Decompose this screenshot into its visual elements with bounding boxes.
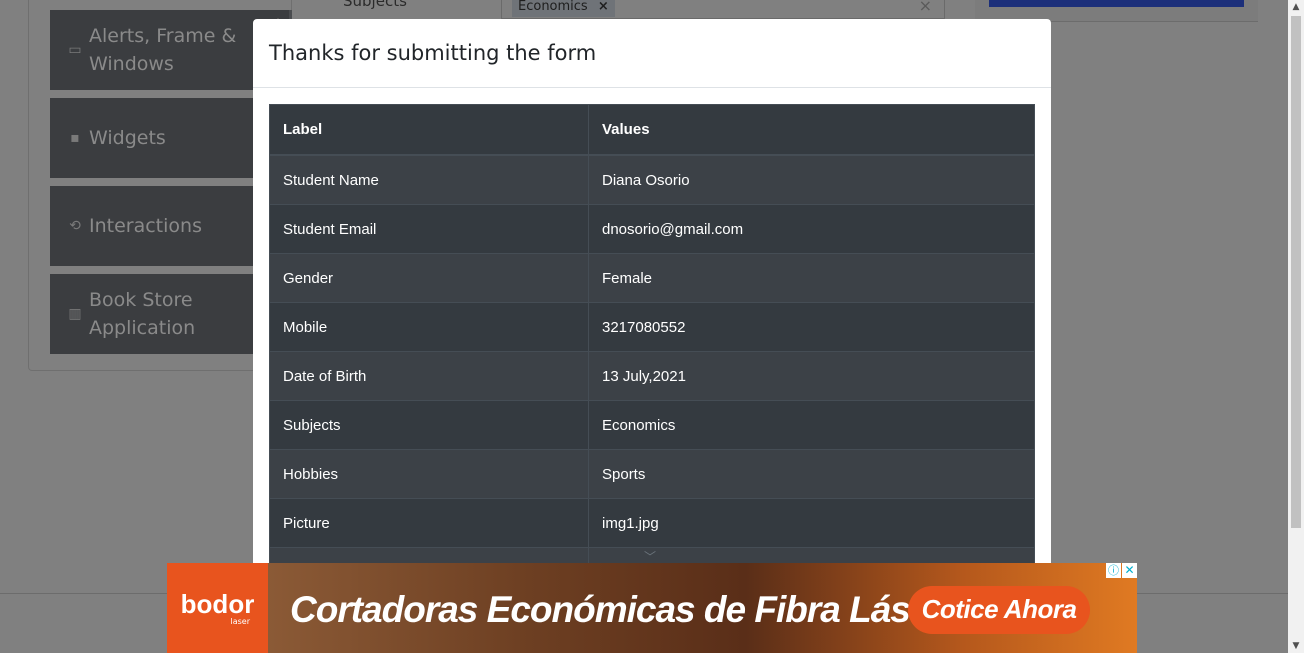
modal-header: Thanks for submitting the form <box>253 19 1051 88</box>
menu-item-label: Book Store Application <box>89 289 196 339</box>
ad-logo: bodor laser <box>167 563 268 653</box>
row-label: Hobbies <box>269 449 589 499</box>
interactions-icon: ⟲ <box>69 218 81 234</box>
widgets-icon: ▪ <box>70 130 80 146</box>
ad-headline: Cortadoras Económicas de Fibra Láser <box>290 589 944 630</box>
subject-tag-remove-icon[interactable]: × <box>598 0 609 14</box>
subjects-label: Subjects <box>343 0 407 10</box>
bottom-ad-banner[interactable]: bodor laser Cortadoras Económicas de Fib… <box>167 563 1137 653</box>
info-icon[interactable]: ⓘ <box>1106 563 1121 578</box>
page-scrollbar[interactable]: ▲ ▼ <box>1288 0 1304 653</box>
row-value: Female <box>588 253 1035 303</box>
table-row: Hobbies Sports <box>269 449 1035 499</box>
row-label: Date of Birth <box>269 351 589 401</box>
column-header-values: Values <box>588 104 1035 156</box>
submission-modal: Thanks for submitting the form Label Val… <box>253 19 1051 579</box>
results-table-container[interactable]: Label Values Student Name Diana Osorio St… <box>269 104 1035 564</box>
row-label: Subjects <box>269 400 589 450</box>
scroll-down-icon[interactable]: ▼ <box>1288 639 1304 653</box>
table-row: Gender Female <box>269 253 1035 303</box>
row-label: Student Email <box>269 204 589 254</box>
ad-brand: bodor <box>180 588 255 619</box>
row-value: Economics <box>588 400 1035 450</box>
row-value: 3217080552 <box>588 302 1035 352</box>
scroll-up-icon[interactable]: ▲ <box>1288 0 1304 14</box>
books-icon: ▥ <box>68 306 82 322</box>
row-value: Diana Osorio <box>588 154 1035 205</box>
clear-icon[interactable]: × <box>919 0 932 15</box>
table-header-row: Label Values <box>269 104 1035 156</box>
ad-cta-button[interactable]: Cotice Ahora <box>908 586 1090 634</box>
results-table: Label Values Student Name Diana Osorio St… <box>269 104 1035 564</box>
ad-image <box>989 0 1244 7</box>
table-row: Subjects Economics <box>269 400 1035 450</box>
close-icon[interactable]: ✕ <box>1122 563 1137 578</box>
row-value: dnosorio@gmail.com <box>588 204 1035 254</box>
subject-tag: Economics × <box>512 0 615 17</box>
column-header-label: Label <box>269 104 589 156</box>
modal-title: Thanks for submitting the form <box>269 41 597 65</box>
scrollbar-thumb[interactable] <box>1291 16 1301 528</box>
row-value: 13 July,2021 <box>588 351 1035 401</box>
row-label: Gender <box>269 253 589 303</box>
table-row: Student Email dnosorio@gmail.com <box>269 204 1035 254</box>
table-row: Picture img1.jpg <box>269 498 1035 548</box>
row-label: Mobile <box>269 302 589 352</box>
menu-item-label: Widgets <box>89 127 166 149</box>
table-row: Mobile 3217080552 <box>269 302 1035 352</box>
row-label <box>269 547 589 564</box>
row-value: Sports <box>588 449 1035 499</box>
table-row: Student Name Diana Osorio <box>269 154 1035 205</box>
menu-item-label: Interactions <box>89 215 202 237</box>
table-row: Date of Birth 13 July,2021 <box>269 351 1035 401</box>
row-label: Student Name <box>269 154 589 205</box>
subject-tag-label: Economics <box>518 0 588 14</box>
row-value: img1.jpg <box>588 498 1035 548</box>
menu-item-label: Alerts, Frame & Windows <box>89 25 237 75</box>
row-label: Picture <box>269 498 589 548</box>
ad-brand-sub: laser <box>230 616 250 626</box>
